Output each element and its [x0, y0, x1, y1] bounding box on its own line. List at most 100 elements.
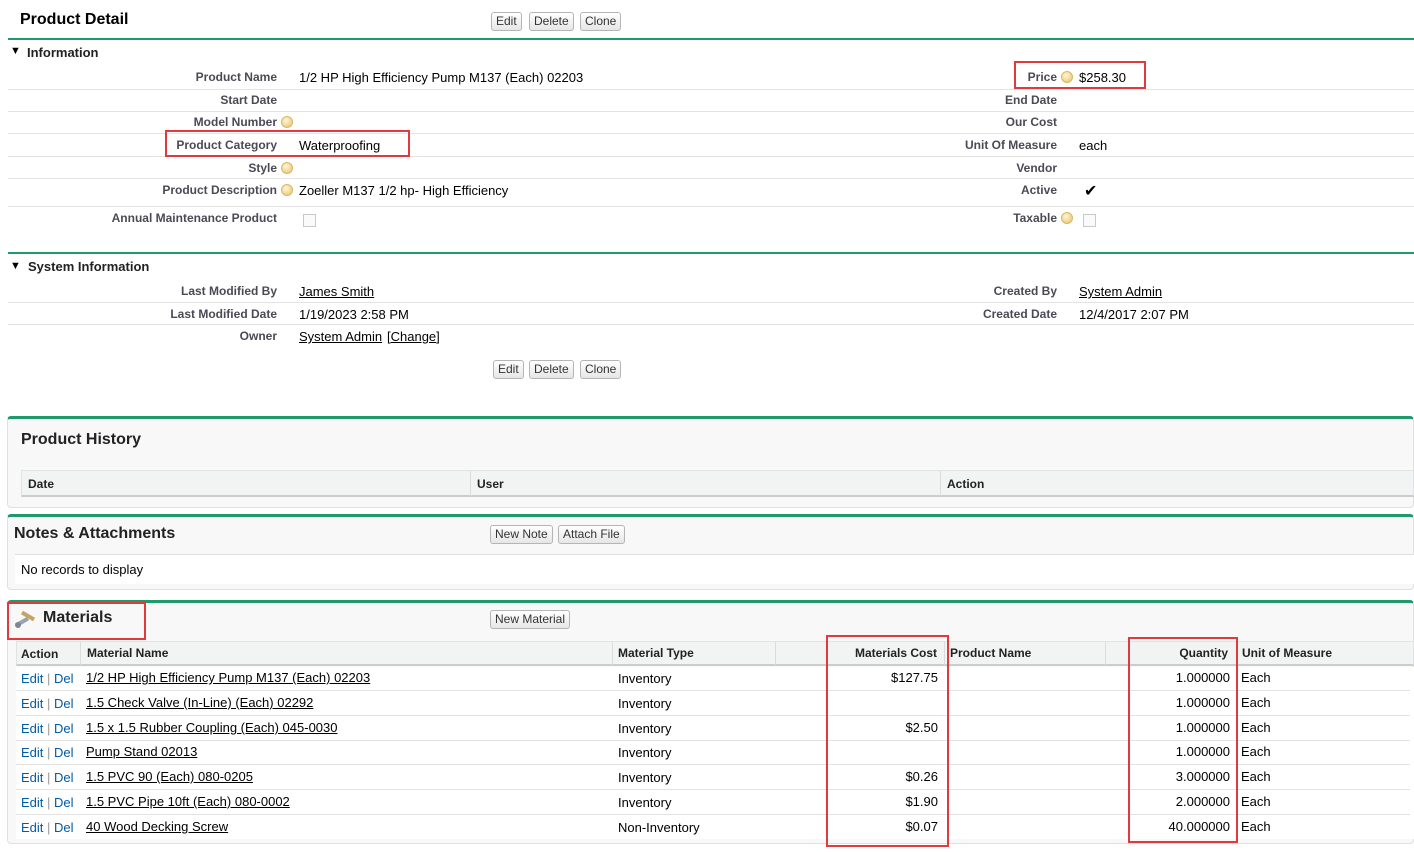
- material-name-link[interactable]: 1.5 PVC 90 (Each) 080-0205: [86, 769, 253, 784]
- edit-link[interactable]: Edit: [21, 820, 43, 835]
- del-link[interactable]: Del: [54, 820, 74, 835]
- field-label-price: Price: [1027, 70, 1057, 84]
- help-icon[interactable]: [281, 116, 293, 128]
- del-link[interactable]: Del: [54, 745, 74, 760]
- new-material-button[interactable]: New Material: [490, 610, 571, 629]
- change-owner-text[interactable]: Change: [391, 329, 437, 344]
- column-header-user[interactable]: User: [477, 477, 504, 491]
- column-header-quantity[interactable]: Quantity: [1179, 646, 1228, 660]
- product-history-title: Product History: [21, 431, 142, 448]
- help-icon[interactable]: [281, 162, 293, 174]
- material-name-link[interactable]: 1.5 PVC Pipe 10ft (Each) 080-0002: [86, 794, 290, 809]
- del-link[interactable]: Del: [54, 721, 74, 736]
- edit-link[interactable]: Edit: [21, 696, 43, 711]
- field-value-price: $258.30: [1079, 70, 1126, 85]
- del-link[interactable]: Del: [54, 696, 74, 711]
- row-divider: [8, 178, 1414, 179]
- column-separator: [612, 642, 613, 665]
- action-separator: |: [47, 721, 51, 736]
- materials-cost: $127.75: [891, 670, 938, 685]
- new-note-button[interactable]: New Note: [490, 525, 553, 544]
- active-checkmark-icon: ✔: [1084, 183, 1098, 200]
- annual-maintenance-checkbox: [303, 214, 316, 227]
- action-separator: |: [47, 696, 51, 711]
- table-row-actions: Edit | Del: [21, 770, 74, 785]
- collapse-triangle-icon[interactable]: ▼: [10, 260, 21, 272]
- quantity: 1.000000: [1175, 670, 1230, 685]
- edit-link[interactable]: Edit: [21, 721, 43, 736]
- delete-button[interactable]: Delete: [529, 12, 574, 31]
- field-value-product-name: 1/2 HP High Efficiency Pump M137 (Each) …: [299, 70, 584, 85]
- row-divider: [8, 206, 1414, 207]
- field-label-vendor: Vendor: [1016, 161, 1057, 175]
- tools-icon: [13, 608, 39, 630]
- edit-link[interactable]: Edit: [21, 671, 43, 686]
- last-modified-by-link[interactable]: James Smith: [299, 284, 374, 299]
- materials-cost: $1.90: [905, 794, 938, 809]
- column-header-date[interactable]: Date: [28, 477, 54, 491]
- quantity: 40.000000: [1168, 819, 1230, 834]
- attach-file-button[interactable]: Attach File: [558, 525, 625, 544]
- edit-link[interactable]: Edit: [21, 770, 43, 785]
- table-row-actions: Edit | Del: [21, 820, 74, 835]
- help-icon[interactable]: [1061, 71, 1073, 83]
- unit-of-measure: Each: [1241, 794, 1271, 809]
- column-header-materials-cost[interactable]: Materials Cost: [855, 646, 937, 660]
- column-separator: [1237, 642, 1238, 665]
- del-link[interactable]: Del: [54, 770, 74, 785]
- material-type: Inventory: [618, 721, 672, 736]
- help-icon[interactable]: [1061, 212, 1073, 224]
- edit-link[interactable]: Edit: [21, 795, 43, 810]
- delete-button-bottom[interactable]: Delete: [529, 360, 574, 379]
- del-link[interactable]: Del: [54, 795, 74, 810]
- field-label-annual-maintenance-product: Annual Maintenance Product: [111, 211, 277, 225]
- action-separator: |: [47, 820, 51, 835]
- material-name-link[interactable]: 1/2 HP High Efficiency Pump M137 (Each) …: [86, 670, 370, 685]
- unit-of-measure: Each: [1241, 670, 1271, 685]
- created-by-link[interactable]: System Admin: [1079, 284, 1162, 299]
- column-separator: [940, 471, 941, 496]
- unit-of-measure: Each: [1241, 819, 1271, 834]
- quantity: 1.000000: [1175, 744, 1230, 759]
- section-divider: [8, 252, 1414, 254]
- field-label-product-category: Product Category: [176, 138, 277, 152]
- edit-button[interactable]: Edit: [491, 12, 522, 31]
- page-title: Product Detail: [20, 11, 129, 28]
- column-header-action[interactable]: Action: [947, 477, 984, 491]
- column-separator: [944, 642, 945, 665]
- table-row-actions: Edit | Del: [21, 795, 74, 810]
- column-header-product-name[interactable]: Product Name: [950, 646, 1031, 660]
- collapse-triangle-icon[interactable]: ▼: [10, 45, 21, 57]
- row-divider: [8, 111, 1414, 112]
- del-link[interactable]: Del: [54, 671, 74, 686]
- materials-cost: $0.07: [905, 819, 938, 834]
- field-label-created-by: Created By: [993, 284, 1057, 298]
- quantity: 2.000000: [1175, 794, 1230, 809]
- material-name-link[interactable]: 40 Wood Decking Screw: [86, 819, 228, 834]
- field-label-style: Style: [248, 161, 277, 175]
- edit-button-bottom[interactable]: Edit: [493, 360, 524, 379]
- material-name-link[interactable]: Pump Stand 02013: [86, 744, 197, 759]
- material-name-link[interactable]: 1.5 x 1.5 Rubber Coupling (Each) 045-003…: [86, 720, 338, 735]
- table-row-actions: Edit | Del: [21, 721, 74, 736]
- field-value-last-modified-date: 1/19/2023 2:58 PM: [299, 307, 409, 322]
- table-row-actions: Edit | Del: [21, 745, 74, 760]
- clone-button-bottom[interactable]: Clone: [580, 360, 622, 379]
- unit-of-measure: Each: [1241, 769, 1271, 784]
- column-header-material-type[interactable]: Material Type: [618, 646, 694, 660]
- table-row-actions: Edit | Del: [21, 696, 74, 711]
- material-name-link[interactable]: 1.5 Check Valve (In-Line) (Each) 02292: [86, 695, 313, 710]
- field-label-start-date: Start Date: [220, 93, 277, 107]
- column-header-material-name[interactable]: Material Name: [87, 646, 168, 660]
- row-divider: [16, 789, 1410, 790]
- information-section-title: Information: [27, 45, 99, 60]
- owner-link[interactable]: System Admin: [299, 329, 382, 344]
- row-divider: [8, 156, 1414, 157]
- change-owner-link[interactable]: [Change]: [387, 329, 440, 344]
- help-icon[interactable]: [281, 184, 293, 196]
- column-header-unit-of-measure[interactable]: Unit of Measure: [1242, 646, 1332, 660]
- clone-button[interactable]: Clone: [580, 12, 622, 31]
- column-separator: [775, 642, 776, 665]
- row-divider: [16, 740, 1410, 741]
- edit-link[interactable]: Edit: [21, 745, 43, 760]
